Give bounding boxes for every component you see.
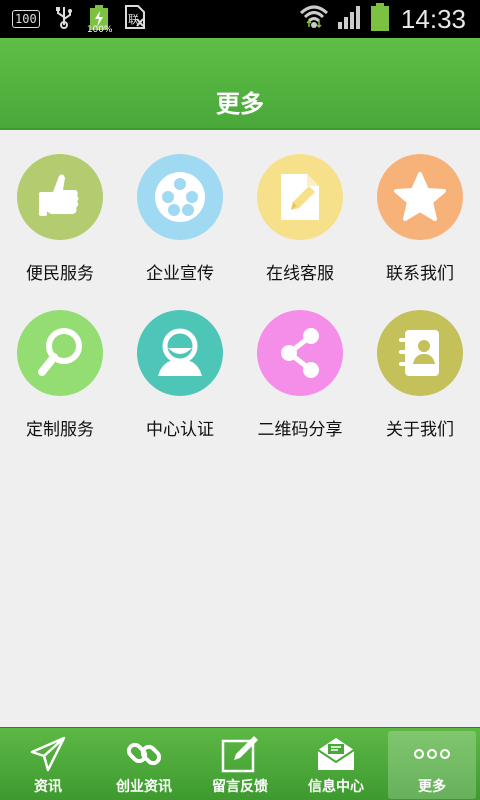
thumbs-up-icon (17, 154, 103, 240)
contact-book-icon (377, 310, 463, 396)
page-title: 更多 (216, 90, 264, 118)
grid-item-label: 联系我们 (386, 264, 454, 284)
magnifier-icon (17, 310, 103, 396)
film-reel-icon (137, 154, 223, 240)
nav-label: 资讯 (34, 779, 62, 795)
grid-item-label: 在线客服 (266, 264, 334, 284)
battery-icon (370, 3, 389, 35)
edit-document-icon (257, 154, 343, 240)
paper-plane-icon (0, 734, 96, 774)
link-icon (96, 734, 192, 774)
nav-label: 创业资讯 (116, 779, 172, 795)
grid-item-about-us[interactable]: 关于我们 (360, 288, 480, 440)
grid-item-label: 便民服务 (26, 264, 94, 284)
grid-item-custom-services[interactable]: 定制服务 (0, 288, 120, 440)
nav-label: 更多 (418, 779, 446, 795)
nav-item-startup-news[interactable]: 创业资讯 (96, 728, 192, 800)
star-icon (377, 154, 463, 240)
wifi-icon (299, 3, 329, 35)
battery-charging-icon: 100% (87, 5, 113, 35)
nav-item-feedback[interactable]: 留言反馈 (192, 728, 288, 800)
bottom-nav: 资讯 创业资讯 留言反馈 信息中心 更多 (0, 727, 480, 800)
sd-card-icon: 100 (12, 10, 40, 28)
sim-icon: 联 (124, 4, 146, 34)
header-bar: 更多 (0, 38, 480, 130)
status-bar: 100 100% 联 14:33 (0, 0, 480, 38)
grid-item-contact-us[interactable]: 联系我们 (360, 132, 480, 284)
envelope-icon (288, 734, 384, 774)
clock: 14:33 (400, 3, 466, 34)
nav-item-news[interactable]: 资讯 (0, 728, 96, 800)
grid-item-label: 关于我们 (386, 420, 454, 440)
nav-label: 信息中心 (308, 779, 364, 795)
user-icon (137, 310, 223, 396)
grid-item-label: 二维码分享 (257, 420, 343, 440)
grid-item-qr-share[interactable]: 二维码分享 (240, 288, 360, 440)
nav-item-info-center[interactable]: 信息中心 (288, 728, 384, 800)
edit-icon (192, 734, 288, 774)
share-icon (257, 310, 343, 396)
nav-label: 留言反馈 (212, 779, 268, 795)
grid-item-label: 定制服务 (26, 420, 94, 440)
nav-item-more[interactable]: 更多 (388, 731, 476, 799)
grid-item-online-service[interactable]: 在线客服 (240, 132, 360, 284)
more-dots-icon (388, 734, 476, 774)
grid-item-label: 企业宣传 (146, 264, 214, 284)
grid-item-convenience-services[interactable]: 便民服务 (0, 132, 120, 284)
grid-item-enterprise-promotion[interactable]: 企业宣传 (120, 132, 240, 284)
grid-item-center-certification[interactable]: 中心认证 (120, 288, 240, 440)
usb-icon (54, 5, 74, 33)
grid-item-label: 中心认证 (146, 420, 214, 440)
signal-icon (337, 4, 363, 34)
